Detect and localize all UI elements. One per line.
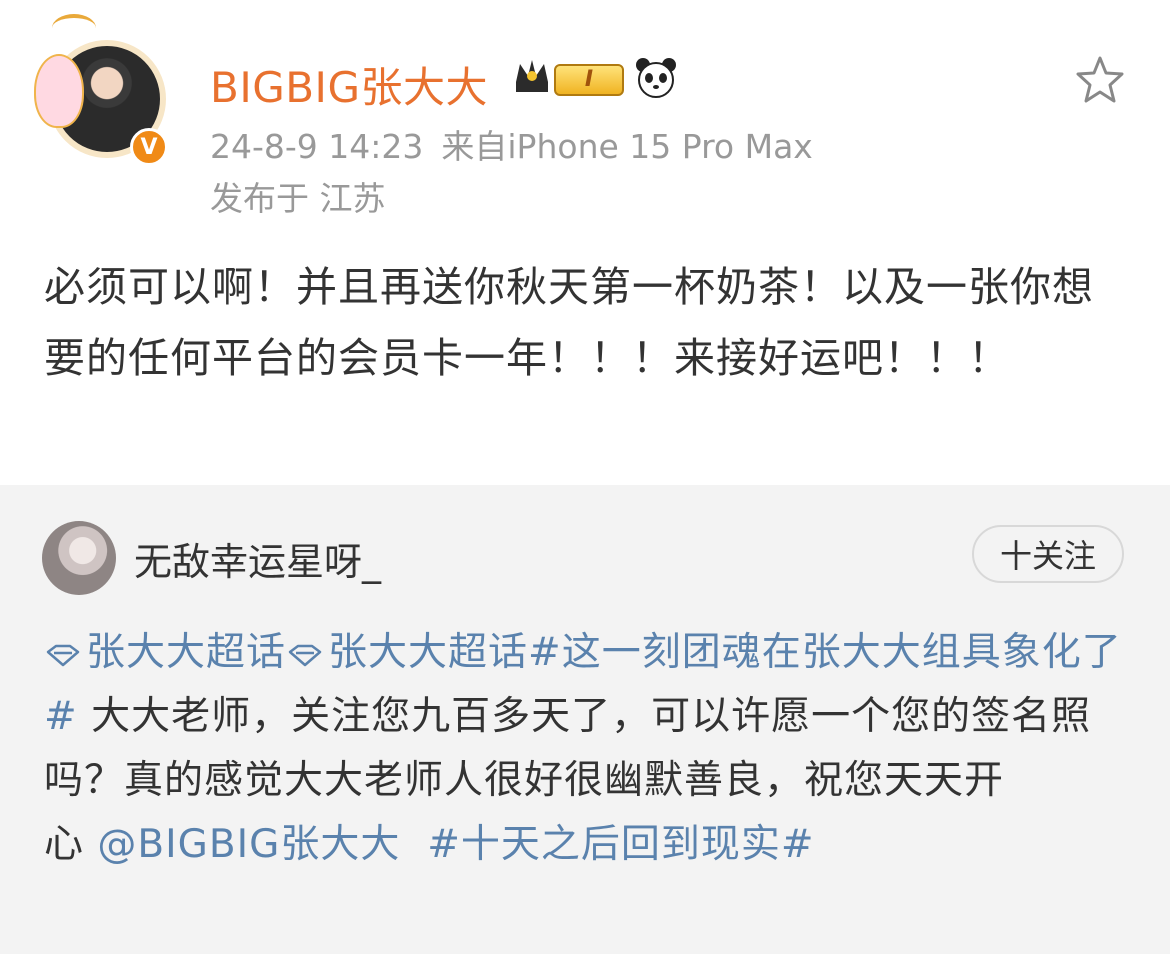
post-location: 发布于 江苏: [210, 179, 386, 218]
weibo-post: V BIGBIG张大大 I 24-8-9 14:23 来自iPhone 15 Pr…: [0, 0, 1170, 485]
mention-link[interactable]: @BIGBIG张大大: [97, 822, 400, 867]
verified-badge-icon: V: [130, 128, 168, 166]
author-avatar[interactable]: V: [34, 14, 184, 166]
post-source: 来自iPhone 15 Pro Max: [441, 127, 813, 166]
supertopic-label: 张大大超话: [328, 630, 529, 675]
bee-character-icon: [34, 54, 84, 128]
supertopic-link[interactable]: 张大大超话: [286, 630, 528, 675]
post-body: 必须可以啊！并且再送你秋天第一杯奶茶！以及一张你想要的任何平台的会员卡一年！！！…: [44, 263, 1094, 382]
hashtag-link[interactable]: #十天之后回到现实#: [427, 822, 814, 867]
retweeted-post[interactable]: 无敌幸运星呀_ 十关注 张大大超话 张大大超话#这一刻团魂在张大大组具象化了# 大…: [0, 485, 1170, 954]
supertopic-diamond-icon: [288, 644, 322, 666]
supertopic-link[interactable]: 张大大超话: [44, 630, 286, 675]
favorite-star-icon[interactable]: [1074, 54, 1126, 106]
antenna-decoration-icon: [52, 14, 96, 42]
level-badge[interactable]: I: [554, 64, 624, 96]
author-name[interactable]: BIGBIG张大大: [210, 54, 488, 115]
supertopic-label: 张大大超话: [86, 630, 287, 675]
post-meta: 24-8-9 14:23 来自iPhone 15 Pro Max: [210, 120, 831, 168]
crown-icon: [516, 60, 548, 92]
retweet-body: 张大大超话 张大大超话#这一刻团魂在张大大组具象化了# 大大老师，关注您九百多天了…: [44, 621, 1134, 877]
supertopic-diamond-icon: [46, 644, 80, 666]
panda-icon: [636, 58, 676, 98]
follow-button[interactable]: 十关注: [972, 525, 1124, 583]
retweet-author-avatar[interactable]: [42, 521, 116, 595]
post-timestamp: 24-8-9 14:23: [210, 127, 424, 166]
retweet-author-name[interactable]: 无敌幸运星呀_: [134, 531, 381, 586]
